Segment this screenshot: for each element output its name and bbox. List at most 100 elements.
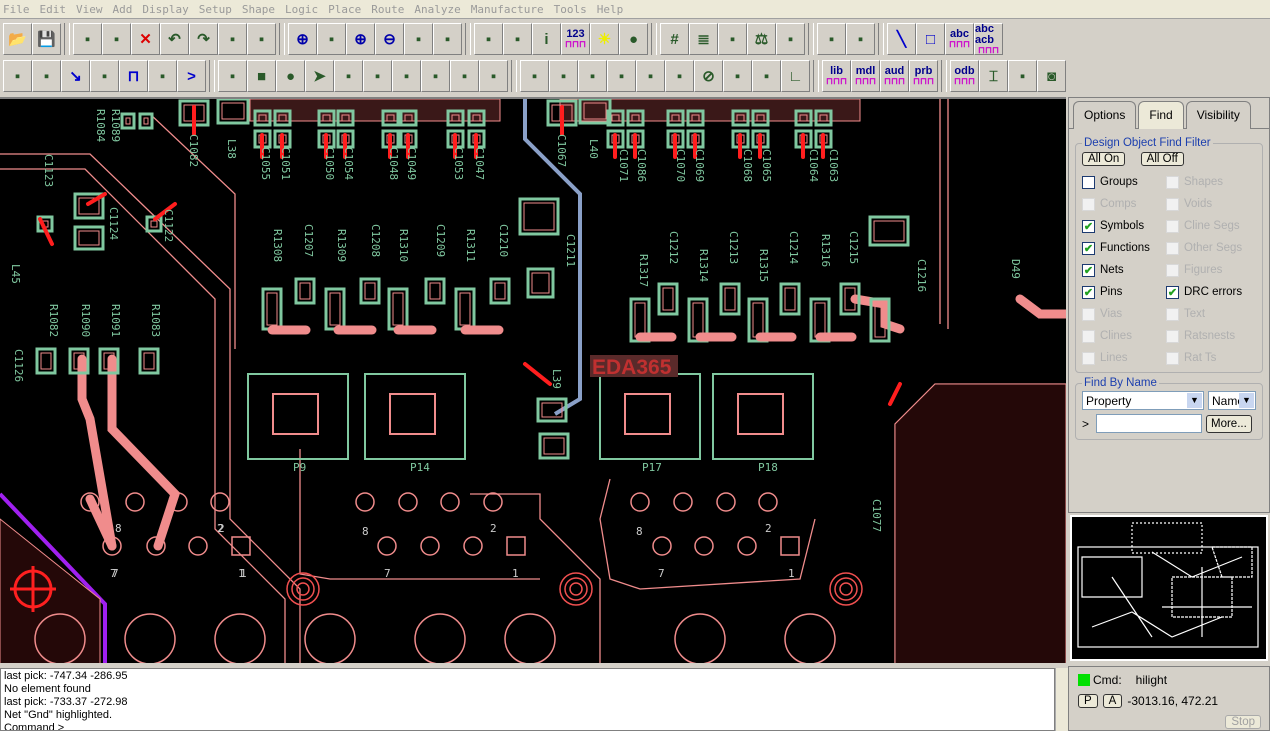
measure-button[interactable]: 123 ⊓⊓⊓ — [561, 23, 590, 55]
filter-symbols[interactable]: ✔ Symbols — [1082, 218, 1166, 234]
tab-visibility[interactable]: Visibility — [1185, 101, 1251, 129]
zoom-out-button[interactable]: ⊖ — [375, 23, 404, 55]
redo-button[interactable]: ↷ — [189, 23, 218, 55]
chamfer-button[interactable]: ∟ — [781, 60, 810, 92]
through-hole-pin[interactable] — [652, 536, 672, 556]
mdl-button[interactable]: mdl ⊓⊓⊓ — [851, 60, 880, 92]
checkbox-icon[interactable] — [1166, 329, 1179, 343]
menu-add[interactable]: Add — [113, 3, 133, 16]
open-folder-button[interactable]: 📂 — [3, 23, 32, 55]
through-hole-pin[interactable] — [398, 492, 418, 512]
through-hole-pin[interactable] — [716, 492, 736, 512]
filter-clines[interactable]: Clines — [1082, 328, 1166, 344]
menu-logic[interactable]: Logic — [285, 3, 318, 16]
highlight-button[interactable]: ☀ — [590, 23, 619, 55]
through-hole-pin[interactable] — [630, 492, 650, 512]
checkbox-icon[interactable] — [1166, 241, 1179, 255]
filter-pins[interactable]: ✔ Pins — [1082, 284, 1166, 300]
fanout-button[interactable]: ▪ — [90, 60, 119, 92]
through-hole-pin[interactable] — [210, 492, 230, 512]
angular-dim-button[interactable]: ▪ — [636, 60, 665, 92]
through-hole-pin[interactable] — [125, 492, 145, 512]
through-hole-pin[interactable] — [377, 536, 397, 556]
delay-tune-button[interactable]: ⊓ — [119, 60, 148, 92]
menu-view[interactable]: View — [76, 3, 103, 16]
ordinate-dim-button[interactable]: ▪ — [607, 60, 636, 92]
drill-legend-button[interactable]: ▪ — [1008, 60, 1037, 92]
menu-analyze[interactable]: Analyze — [414, 3, 460, 16]
move-button[interactable]: ▪ — [73, 23, 102, 55]
menu-help[interactable]: Help — [597, 3, 624, 16]
filter-cline-segs[interactable]: Cline Segs — [1166, 218, 1256, 234]
change-text-button[interactable]: abc acb ⊓⊓⊓ — [974, 23, 1003, 55]
radius-button[interactable]: ▪ — [723, 60, 752, 92]
all-off-button[interactable]: All Off — [1140, 152, 1184, 166]
filter-functions[interactable]: ✔ Functions — [1082, 240, 1166, 256]
undo-button[interactable]: ↶ — [160, 23, 189, 55]
shape-edit-button[interactable]: ▪ — [218, 60, 247, 92]
type-select[interactable]: Property ▼ — [1082, 391, 1204, 410]
color-button[interactable]: ▪ — [474, 23, 503, 55]
checkbox-icon[interactable] — [1082, 307, 1095, 321]
redraw-button[interactable]: ▪ — [433, 23, 462, 55]
console-scrollbar[interactable] — [1055, 668, 1068, 731]
prb-button[interactable]: prb ⊓⊓⊓ — [909, 60, 938, 92]
filter-groups[interactable]: Groups — [1082, 174, 1166, 190]
shape-add-circle-button[interactable]: ● — [276, 60, 305, 92]
checkbox-checked-icon[interactable]: ✔ — [1082, 219, 1095, 233]
menu-manufacture[interactable]: Manufacture — [471, 3, 544, 16]
void-circle-button[interactable]: ▪ — [363, 60, 392, 92]
menu-place[interactable]: Place — [328, 3, 361, 16]
menu-shape[interactable]: Shape — [242, 3, 275, 16]
shape-add-rect-button[interactable]: ■ — [247, 60, 276, 92]
through-hole-pin[interactable] — [355, 492, 375, 512]
dehighlight-button[interactable]: ● — [619, 23, 648, 55]
stop-button[interactable]: Stop — [1225, 715, 1261, 729]
delete-button[interactable]: ✕ — [131, 23, 160, 55]
filter-ratsnests[interactable]: Ratsnests — [1166, 328, 1256, 344]
through-hole-pin[interactable] — [737, 536, 757, 556]
through-hole-pin[interactable] — [420, 536, 440, 556]
grid-button[interactable]: # — [660, 23, 689, 55]
merge-shape-button[interactable]: ▪ — [479, 60, 508, 92]
checkbox-icon[interactable] — [1166, 307, 1179, 321]
lib-button[interactable]: lib ⊓⊓⊓ — [822, 60, 851, 92]
checkbox-icon[interactable] — [1166, 197, 1179, 211]
ic-footprint[interactable] — [712, 373, 814, 460]
menu-route[interactable]: Route — [371, 3, 404, 16]
filter-rat-ts[interactable]: Rat Ts — [1166, 350, 1256, 366]
pad[interactable] — [138, 112, 154, 130]
all-on-button[interactable]: All On — [1082, 152, 1126, 166]
linear-dim-button[interactable]: ▪ — [578, 60, 607, 92]
checkbox-icon[interactable] — [1166, 263, 1179, 277]
connect-button[interactable]: ▪ — [3, 60, 32, 92]
checkbox-icon[interactable] — [1166, 219, 1179, 233]
checkbox-icon[interactable] — [1166, 175, 1179, 189]
placement-button[interactable]: ▪ — [846, 23, 875, 55]
through-hole-pin[interactable] — [758, 492, 778, 512]
color-assign-button[interactable]: ▪ — [503, 23, 532, 55]
filter-other-segs[interactable]: Other Segs — [1166, 240, 1256, 256]
checkbox-icon[interactable] — [1166, 351, 1179, 365]
filter-text[interactable]: Text — [1166, 306, 1256, 322]
world-view-minimap[interactable] — [1070, 515, 1268, 661]
zoom-in-button[interactable]: ⊕ — [346, 23, 375, 55]
drill-button[interactable]: ⌶ — [979, 60, 1008, 92]
filter-figures[interactable]: Figures — [1166, 262, 1256, 278]
menu-display[interactable]: Display — [142, 3, 188, 16]
custom-smooth-button[interactable]: ▪ — [148, 60, 177, 92]
filter-vias[interactable]: Vias — [1082, 306, 1166, 322]
add-text-button[interactable]: abc ⊓⊓⊓ — [945, 23, 974, 55]
leader-button[interactable]: ▪ — [665, 60, 694, 92]
through-hole-pin[interactable] — [694, 536, 714, 556]
zoom-points-button[interactable]: ▪ — [317, 23, 346, 55]
save-button[interactable]: 💾 — [32, 23, 61, 55]
checkbox-icon[interactable] — [1082, 351, 1095, 365]
through-hole-pin[interactable] — [188, 536, 208, 556]
odb-button[interactable]: odb ⊓⊓⊓ — [950, 60, 979, 92]
checkbox-checked-icon[interactable]: ✔ — [1082, 285, 1095, 299]
menu-file[interactable]: File — [3, 3, 30, 16]
find-name-input[interactable] — [1096, 414, 1202, 433]
balloon-button[interactable]: ▪ — [752, 60, 781, 92]
select-shape-button[interactable]: ➤ — [305, 60, 334, 92]
